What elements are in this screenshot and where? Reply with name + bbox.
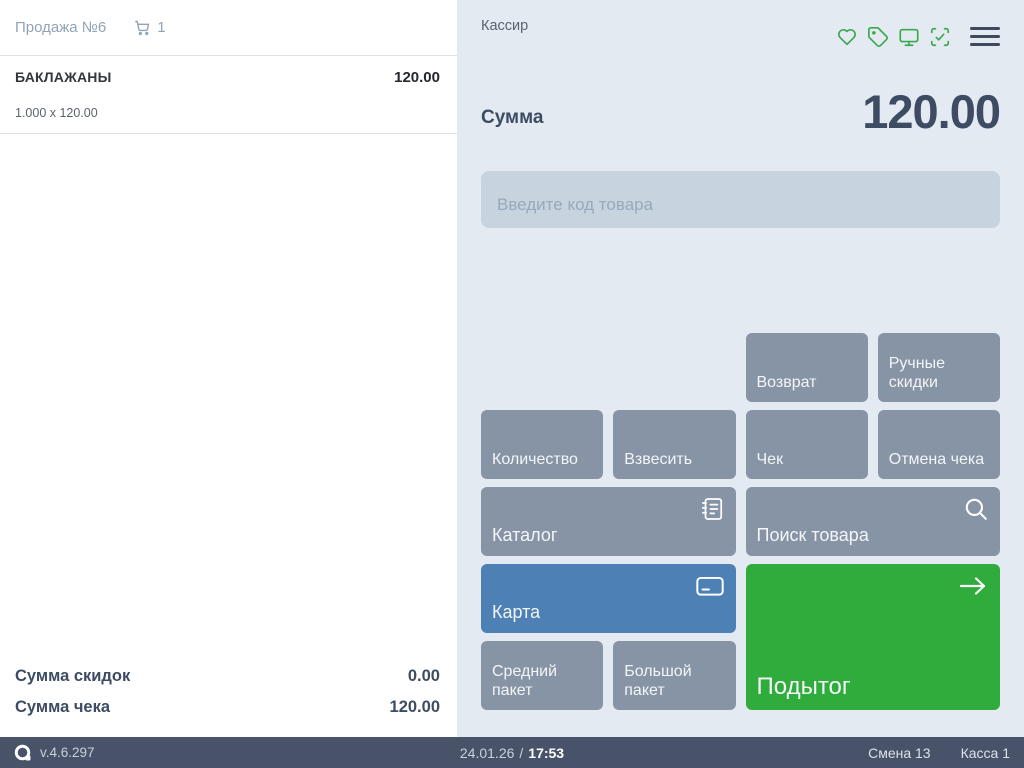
sum-row: Сумма 120.00 [481, 88, 1000, 135]
quantity-button[interactable]: Количество [481, 410, 603, 479]
action-panel: Кассир [457, 0, 1024, 737]
catalog-button[interactable]: Каталог [481, 487, 736, 556]
card-icon [695, 573, 725, 599]
arrow-right-icon [957, 573, 989, 599]
date-value: 24.01.26 [460, 745, 515, 761]
receipt-item-row[interactable]: БАКЛАЖАНЫ 120.00 1.000 x 120.00 [0, 56, 457, 134]
weigh-button[interactable]: Взвесить [613, 410, 735, 479]
catalog-icon [699, 496, 725, 522]
sum-value: 120.00 [862, 88, 1000, 135]
time-value: 17:53 [528, 745, 564, 761]
manual-discounts-button[interactable]: Ручные скидки [878, 333, 1000, 402]
sale-title: Продажа №6 [15, 19, 106, 36]
receipt-panel: Продажа №6 1 БАКЛАЖАНЫ 120.00 1.000 x 12… [0, 0, 457, 737]
status-bar: v.4.6.297 24.01.26 / 17:53 Смена 13 Касс… [0, 737, 1024, 768]
heart-icon [836, 26, 858, 48]
card-button[interactable]: Карта [481, 564, 736, 633]
cancel-receipt-button[interactable]: Отмена чека [878, 410, 1000, 479]
receipt-totals: Сумма скидок 0.00 Сумма чека 120.00 [15, 661, 440, 723]
product-search-button[interactable]: Поиск товара [746, 487, 1001, 556]
tag-icon [867, 26, 889, 48]
product-code-input[interactable] [481, 171, 1000, 228]
sum-label: Сумма [481, 107, 543, 135]
cashier-label: Кассир [481, 18, 528, 34]
receipt-sum-value: 120.00 [390, 698, 440, 717]
discount-sum-value: 0.00 [408, 667, 440, 686]
cart-count-indicator: 1 [134, 19, 165, 36]
receipt-sum-label: Сумма чека [15, 698, 110, 717]
item-qty-price-detail: 1.000 x 120.00 [15, 106, 440, 120]
cart-icon [134, 19, 151, 36]
register-label: Касса 1 [961, 745, 1010, 761]
cart-count: 1 [157, 19, 165, 36]
action-buttons-grid: Возврат Ручные скидки Количество Взвесит… [481, 333, 1000, 710]
item-name: БАКЛАЖАНЫ [15, 69, 112, 85]
status-icons [836, 25, 1000, 48]
medium-bag-button[interactable]: Средний пакет [481, 641, 603, 710]
large-bag-button[interactable]: Большой пакет [613, 641, 735, 710]
menu-icon[interactable] [970, 25, 1000, 48]
return-button[interactable]: Возврат [746, 333, 868, 402]
shift-label: Смена 13 [868, 745, 931, 761]
subtotal-button[interactable]: Подытог [746, 564, 1001, 710]
monitor-icon [898, 26, 920, 48]
scan-check-icon [929, 26, 951, 48]
discount-sum-label: Сумма скидок [15, 667, 130, 686]
search-icon [963, 496, 989, 522]
receipt-button[interactable]: Чек [746, 410, 868, 479]
date-time-separator: / [519, 745, 523, 761]
sale-header: Продажа №6 1 [0, 0, 457, 56]
pos-app: Продажа №6 1 БАКЛАЖАНЫ 120.00 1.000 x 12… [0, 0, 1024, 768]
item-price: 120.00 [394, 69, 440, 86]
